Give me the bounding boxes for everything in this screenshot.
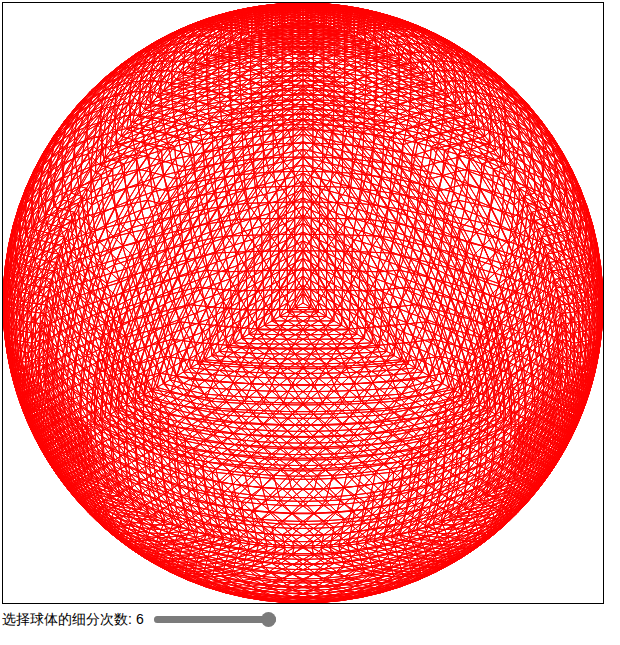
subdivision-control: 选择球体的细分次数: 6	[2, 604, 620, 634]
sphere-canvas	[2, 2, 604, 604]
subdivision-slider[interactable]	[154, 616, 276, 623]
slider-fill	[154, 616, 276, 623]
subdivision-value: 6	[136, 612, 144, 626]
subdivision-label: 选择球体的细分次数:	[2, 612, 132, 626]
slider-thumb[interactable]	[261, 612, 276, 627]
